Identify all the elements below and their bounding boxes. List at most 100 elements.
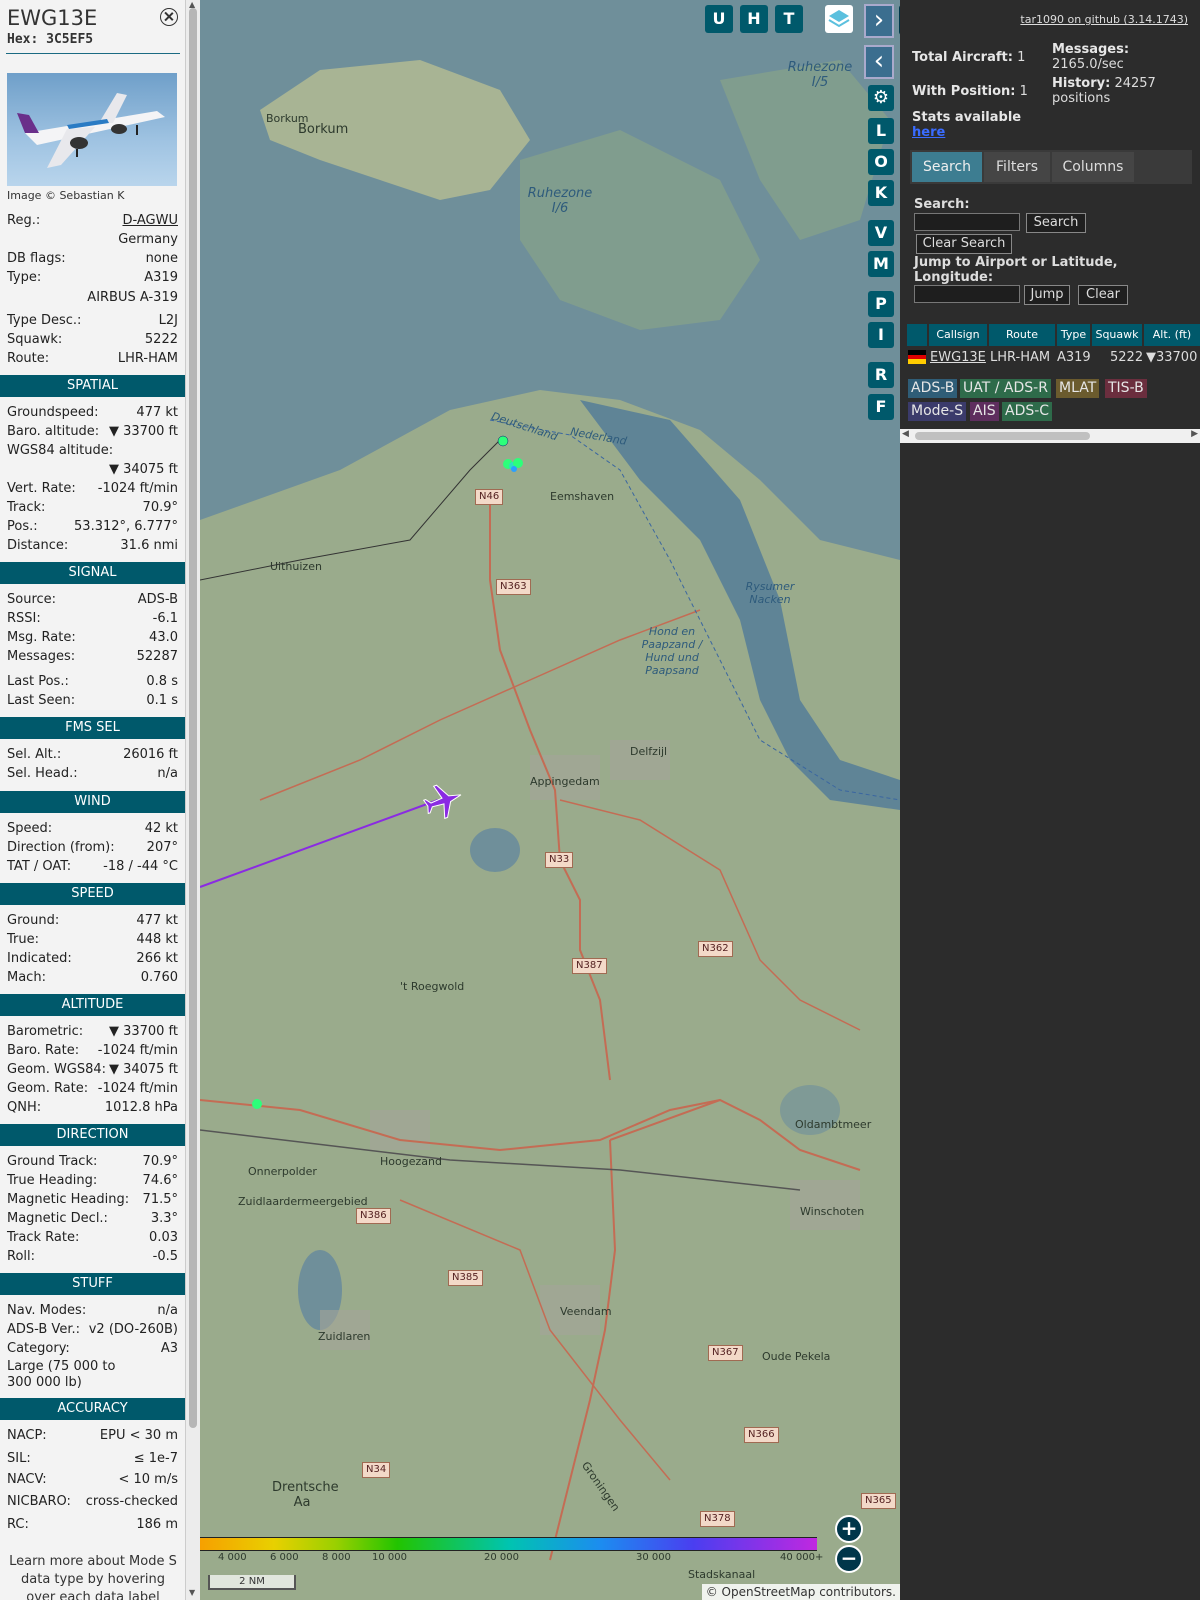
section-fms: FMS SEL [0,717,185,739]
horizontal-scroll-thumb[interactable] [915,432,1090,440]
layers-button[interactable] [825,5,853,33]
scroll-right-arrow-icon[interactable]: ▶ [1191,429,1198,439]
map-label-roegwold: 't Roegwold [400,980,465,993]
table-cell-callsign[interactable]: EWG13E [930,350,986,365]
close-icon[interactable] [160,8,178,26]
wgs84-altitude-row: WGS84 altitude: [7,442,178,460]
settings-gear-icon[interactable]: ⚙ [868,85,894,111]
map-button-l[interactable]: L [868,118,894,144]
scroll-left-arrow-icon[interactable]: ◀ [902,429,909,439]
map-button-u[interactable]: U [705,5,733,33]
germany-flag-icon [908,350,926,364]
map-button-p[interactable]: P [868,291,894,317]
map-button-o[interactable]: O [868,149,894,175]
jump-input[interactable] [914,285,1020,303]
aircraft-dot-south[interactable] [251,1098,263,1110]
indicated-speed-label: Indicated: [7,951,72,966]
type-value: A319 [144,270,178,285]
expand-right-chevron-icon[interactable]: › [864,4,894,38]
map-button-f[interactable]: F [868,394,894,420]
collapse-left-chevron-icon[interactable]: ‹ [864,45,894,79]
scroll-thumb[interactable] [189,8,197,1428]
true-speed-row: True: 448 kt [7,931,178,949]
dbflags-value: none [145,251,178,266]
groundspeed-row: Groundspeed: 477 kt [7,404,178,422]
map-view[interactable]: Borkum Borkum Ruhezone I/6 Ruhezone I/5 … [200,0,900,1600]
callsign-title: EWG13E [7,6,98,30]
table-cell-squawk: 5222 [1110,350,1144,365]
country-value: Germany [118,232,178,247]
messages-label: Messages: [7,649,76,664]
reg-link[interactable]: D-AGWU [122,212,178,230]
clear-button[interactable]: Clear [1078,285,1128,305]
nicbaro-value: cross-checked [85,1494,178,1509]
table-header-callsign[interactable]: Callsign [929,324,987,346]
vert-rate-label: Vert. Rate: [7,481,76,496]
hex-label: Hex: [7,32,39,47]
map-label-ruhezone-i6: Ruhezone I/6 [527,186,593,216]
map-button-r[interactable]: R [868,362,894,388]
map-button-h[interactable]: H [740,5,768,33]
table-cell-route: LHR-HAM [990,350,1051,365]
track-row: Track: 70.9° [7,499,178,517]
map-label-delfzijl: Delfzijl [630,745,668,758]
zoom-out-icon[interactable]: − [835,1545,863,1573]
map-button-v[interactable]: V [868,220,894,246]
alt-scale-30000: 30 000 [636,1552,671,1563]
type-name-row: AIRBUS A-319 [7,289,178,307]
aircraft-photo[interactable] [7,73,177,186]
stats-here-link[interactable]: here [912,125,945,140]
map-label-borkum-town: Borkum [298,122,349,137]
airplane-photo-icon [17,93,165,168]
nav-modes-value: n/a [157,1303,178,1318]
total-aircraft-label: Total Aircraft: [912,50,1013,65]
dbflags-label: DB flags: [7,251,66,266]
wgs84-altitude-value: ▼ 34075 ft [108,462,178,477]
map-label-hoogezand: Hoogezand [380,1155,442,1168]
road-shield-n387: N387 [572,958,607,974]
photo-credit: Image © Sebastian K [7,189,125,202]
nav-modes-label: Nav. Modes: [7,1303,87,1318]
messages-value: 52287 [136,649,178,664]
aircraft-dots[interactable] [496,432,536,472]
nacv-row: NACV: < 10 m/s [7,1471,178,1489]
section-direction: DIRECTION [0,1124,185,1146]
section-stuff: STUFF [0,1273,185,1295]
table-horizontal-scrollbar[interactable]: ◀ ▶ [900,429,1200,443]
search-button[interactable]: Search [1026,213,1086,233]
rssi-row: RSSI: -6.1 [7,610,178,628]
adsb-version-value: v2 (DO-260B) [88,1322,178,1337]
table-header-type[interactable]: Type [1057,324,1090,346]
left-panel-scrollbar[interactable]: ▲ ▼ [185,0,200,1600]
github-link[interactable]: tar1090 on github (3.14.1743) [1020,13,1188,26]
nacp-label: NACP: [7,1428,47,1443]
map-label-veendam: Veendam [560,1305,612,1318]
wind-speed-label: Speed: [7,821,53,836]
sil-label: SIL: [7,1451,31,1466]
tab-columns[interactable]: Columns [1052,152,1134,182]
ground-track-label: Ground Track: [7,1154,98,1169]
map-button-i[interactable]: I [868,322,894,348]
table-header-flag [907,324,927,346]
map-button-t[interactable]: T [775,5,803,33]
scroll-down-arrow-icon[interactable]: ▼ [189,1588,195,1597]
clear-search-button[interactable]: Clear Search [916,234,1012,254]
table-header-altitude[interactable]: Alt. (ft) [1144,324,1200,346]
tab-search[interactable]: Search [912,152,982,182]
map-label-oldambtmeer: Oldambtmeer [795,1118,872,1131]
selected-aircraft-icon[interactable] [422,780,464,822]
tab-filters[interactable]: Filters [984,152,1050,182]
wind-direction-value: 207° [146,840,178,855]
messages-stat: Messages: 2165.0/sec [1052,42,1182,72]
map-button-m[interactable]: M [868,251,894,277]
legend-adsb: ADS-B [908,379,958,398]
zoom-in-icon[interactable]: + [835,1515,863,1543]
map-button-k[interactable]: K [868,180,894,206]
nav-modes-row: Nav. Modes: n/a [7,1302,178,1320]
table-header-route[interactable]: Route [989,324,1055,346]
jump-button[interactable]: Jump [1024,285,1070,305]
map-attribution[interactable]: © OpenStreetMap contributors. [701,1584,900,1600]
table-header-squawk[interactable]: Squawk [1092,324,1142,346]
search-input[interactable] [914,213,1020,231]
alt-scale-4000: 4 000 [218,1552,247,1563]
